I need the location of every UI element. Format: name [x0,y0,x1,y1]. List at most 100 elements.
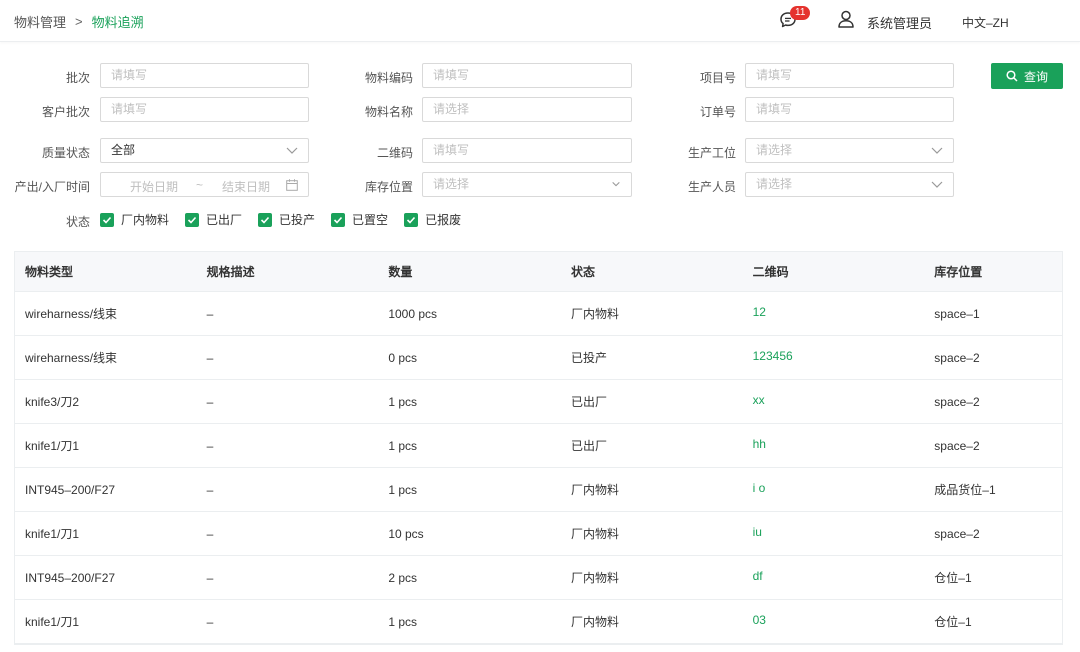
material-trace-table: 物料类型 规格描述 数量 状态 二维码 库存位置 wireharness/线束 –… [14,251,1063,645]
spec-cell: – [206,482,214,497]
material-name-label: 物料名称 [364,105,413,119]
breadcrumb-current: 物料追溯 [91,15,144,30]
checkbox-checked-icon[interactable] [185,212,200,227]
status-cell: 已投产 [570,351,607,365]
material-type-cell: knife3/刀2 [25,395,80,409]
project-no-input[interactable]: 请填写 [745,63,954,88]
storage-location-cell: space–2 [934,438,980,453]
storage-location-cell: space–2 [934,394,980,409]
batch-label: 批次 [65,71,90,85]
material-code-label: 物料编码 [364,71,413,85]
chevron-down-icon [612,181,620,187]
qr-code-link[interactable]: iu [743,525,925,539]
date-range-picker[interactable]: 开始日期 ~ 结束日期 [100,172,309,197]
status-checkbox-scrapped[interactable]: 已报废 [404,211,461,228]
qr-code-link[interactable]: xx [743,393,925,407]
status-checkbox-in-factory[interactable]: 厂内物料 [100,211,169,228]
material-code-input[interactable]: 请填写 [422,63,632,88]
spec-cell: – [206,570,214,585]
quantity-cell: 2 pcs [388,570,417,585]
status-cell: 厂内物料 [570,483,619,497]
query-button[interactable]: 查询 [991,63,1063,89]
table-row[interactable]: INT945–200/F27 – 2 pcs 厂内物料 df 仓位–1 [15,556,1062,600]
order-no-input[interactable]: 请填写 [745,97,954,122]
table-row[interactable]: knife1/刀1 – 1 pcs 已出厂 hh space–2 [15,424,1062,468]
status-checkbox-shipped[interactable]: 已出厂 [185,211,242,228]
qr-code-link[interactable]: 03 [743,613,925,627]
material-type-cell: wireharness/线束 [25,307,118,321]
qr-code-link[interactable]: 123456 [743,349,925,363]
column-header[interactable]: 规格描述 [197,263,379,280]
table-row[interactable]: knife3/刀2 – 1 pcs 已出厂 xx space–2 [15,380,1062,424]
quality-status-select[interactable]: 全部 [100,138,309,163]
table-body: wireharness/线束 –1000 pcs 厂内物料 12 space–1 wire… [15,292,1062,644]
status-cell: 已出厂 [570,395,607,409]
material-type-cell: knife1/刀1 [25,527,80,541]
work-station-select[interactable]: 请选择 [745,138,954,163]
operator-label: 生产人员 [687,180,736,194]
material-type-cell: INT945–200/F27 [25,570,116,585]
material-type-cell: INT945–200/F27 [25,482,116,497]
search-icon [1006,70,1018,82]
material-type-cell: knife1/刀1 [25,439,80,453]
status-label: 状态 [65,215,90,229]
quality-status-label: 质量状态 [41,146,90,160]
table-row[interactable]: wireharness/线束 – 1000 pcs 厂内物料 12 space–1 [15,292,1062,336]
batch-input[interactable]: 请填写 [100,63,309,88]
chevron-down-icon [286,147,298,154]
material-name-select[interactable]: 请选择 [422,97,632,122]
qr-code-link[interactable]: hh [743,437,925,451]
customer-batch-label: 客户批次 [41,105,90,119]
query-label: 查询 [1023,69,1048,84]
storage-location-placeholder: 请选择 [433,177,470,191]
project-no-label: 项目号 [699,71,736,85]
user-name[interactable]: 系统管理员 [867,13,932,32]
operator-select[interactable]: 请选择 [745,172,954,197]
status-checkbox-emptied[interactable]: 已置空 [331,211,388,228]
qr-code-link[interactable]: df [743,569,925,583]
status-checkbox-group: 厂内物料 已出厂 已投产 已置空 已报废 [100,211,477,228]
quality-status-value: 全部 [111,143,136,157]
material-type-cell: wireharness/线束 [25,351,118,365]
column-header[interactable]: 数量 [378,263,561,280]
spec-cell: – [206,438,214,453]
table-row[interactable]: knife1/刀1 – 10 pcs 厂内物料 iu space–2 [15,512,1062,556]
quantity-cell: 1 pcs [388,394,417,409]
column-header[interactable]: 物料类型 [15,263,197,280]
quantity-cell: 1000 pcs [388,306,438,321]
spec-cell: – [206,394,214,409]
message-count-badge: 11 [790,6,811,20]
column-header[interactable]: 状态 [561,263,743,280]
column-header[interactable]: 库存位置 [924,263,1062,280]
checkbox-checked-icon[interactable] [258,212,273,227]
storage-location-cell: 成品货位–1 [934,483,996,497]
column-header[interactable]: 二维码 [743,263,925,280]
status-checkbox-in-production[interactable]: 已投产 [258,211,315,228]
checkbox-checked-icon[interactable] [331,212,346,227]
time-range-label: 产出/入厂时间 [14,180,90,194]
user-icon[interactable] [837,10,855,28]
table-row[interactable]: wireharness/线束 – 0 pcs 已投产 123456 space–2 [15,336,1062,380]
storage-location-select[interactable]: 请选择 [422,172,632,197]
spec-cell: – [206,350,214,365]
work-station-label: 生产工位 [687,146,736,160]
qr-code-input[interactable]: 请填写 [422,138,632,163]
status-cell: 厂内物料 [570,571,619,585]
storage-location-cell: space–2 [934,526,980,541]
status-cell: 厂内物料 [570,615,619,629]
breadcrumb-parent[interactable]: 物料管理 [14,12,66,31]
checkbox-checked-icon[interactable] [404,212,419,227]
customer-batch-input[interactable]: 请填写 [100,97,309,122]
qr-code-link[interactable]: 12 [743,305,925,319]
breadcrumb-separator: > [75,14,83,29]
quantity-cell: 1 pcs [388,438,417,453]
table-header: 物料类型 规格描述 数量 状态 二维码 库存位置 [15,252,1062,292]
table-row[interactable]: knife1/刀1 – 1 pcs 厂内物料 03 仓位–1 [15,600,1062,644]
calendar-icon [286,179,298,191]
table-row[interactable]: INT945–200/F27 – 1 pcs 厂内物料 i o 成品货位–1 [15,468,1062,512]
language-switch[interactable]: 中文–ZH [962,14,1009,31]
order-no-label: 订单号 [699,105,736,119]
start-date-placeholder: 开始日期 [130,180,179,194]
qr-code-link[interactable]: i o [743,481,925,495]
checkbox-checked-icon[interactable] [100,212,114,227]
